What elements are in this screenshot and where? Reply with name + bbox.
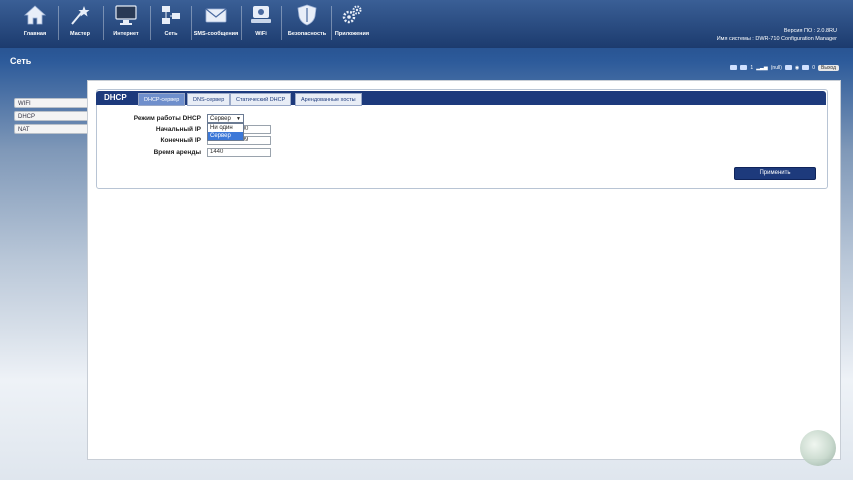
shield-icon [297,4,317,26]
apply-button[interactable]: Применить [734,167,816,180]
nav-sms[interactable]: SMS-сообщения [193,4,239,44]
top-toolbar: Главная Мастер Интернет Сеть SMS-сообщен… [0,0,853,48]
message-icon [740,65,748,70]
network-icon [162,6,180,24]
nav-sms-label: SMS-сообщения [193,31,239,37]
end-ip-label: Конечный IP [160,137,201,144]
page-title: Сеть [10,56,32,66]
tab-static-dhcp[interactable]: Статический DHCP [230,93,292,106]
logout-button[interactable]: Выход [818,64,839,71]
section-title: DHCP [104,93,127,102]
status-bar: 1 ▂▃▅ (null) ◉ 0 Выход [730,63,839,72]
globe-icon: ◉ [794,64,800,71]
dropdown-option-none[interactable]: Ни один [208,124,243,132]
nav-network-label: Сеть [164,31,178,37]
tab-dhcp-server[interactable]: DHCP-сервер [138,93,186,106]
sidebar-item-dhcp[interactable]: DHCP [14,111,88,121]
firmware-version: Версия ПО : 2.0.8RU [783,28,837,34]
dhcp-mode-select[interactable]: Сервер ▼ [207,114,244,123]
nav-apps-label: Приложения [334,31,370,37]
nav-security-label: Безопасность [287,31,327,37]
tab-dns-server[interactable]: DNS-сервер [187,93,231,106]
sms-icon [802,65,810,70]
nav-network[interactable]: Сеть [157,4,185,44]
dhcp-mode-dropdown: Ни один Сервер [207,123,244,141]
sidebar-item-nat[interactable]: NAT [14,124,88,134]
nav-security[interactable]: Безопасность [287,4,327,44]
tab-leased-hosts[interactable]: Арендованные хосты [295,93,362,106]
wizard-icon [71,6,90,25]
watermark-logo [800,430,836,466]
signal-icon: ▂▃▅ [756,64,768,71]
nav-wifi-label: WiFi [255,31,267,37]
nav-home-label: Главная [23,31,47,37]
firmware-info: Версия ПО : 2.0.8RU Имя системы : DWR-71… [717,27,837,43]
dropdown-option-server[interactable]: Сервер [208,132,243,140]
system-name: Имя системы : DWR-710 Configuration Mana… [716,36,837,42]
dhcp-mode-value: Сервер [210,116,231,122]
start-ip-label: Начальный IP [155,126,201,133]
network-status: (null) [770,64,782,71]
sidebar-item-wifi[interactable]: WIFI [14,98,88,108]
nav-apps[interactable]: Приложения [334,4,370,44]
dhcp-mode-label: Режим работы DHCP [133,115,201,122]
nav-home[interactable]: Главная [20,4,50,44]
home-icon [23,5,47,25]
chevron-down-icon: ▼ [236,116,241,122]
nav-wizard[interactable]: Мастер [65,4,95,44]
sim-card-icon [730,65,738,70]
battery-icon [784,65,792,70]
nav-internet-label: Интернет [113,31,139,37]
nav-wizard-label: Мастер [70,31,90,37]
gears-icon [342,5,362,24]
nav-wifi[interactable]: WiFi [247,4,275,44]
sms-count: 0 [812,64,816,71]
envelope-icon [205,8,227,23]
lease-time-input[interactable] [207,148,271,157]
monitor-icon [115,5,137,25]
sim-count: 1 [750,64,754,71]
lease-time-label: Время аренды [153,149,201,156]
nav-internet[interactable]: Интернет [110,4,142,44]
router-icon [251,6,271,23]
